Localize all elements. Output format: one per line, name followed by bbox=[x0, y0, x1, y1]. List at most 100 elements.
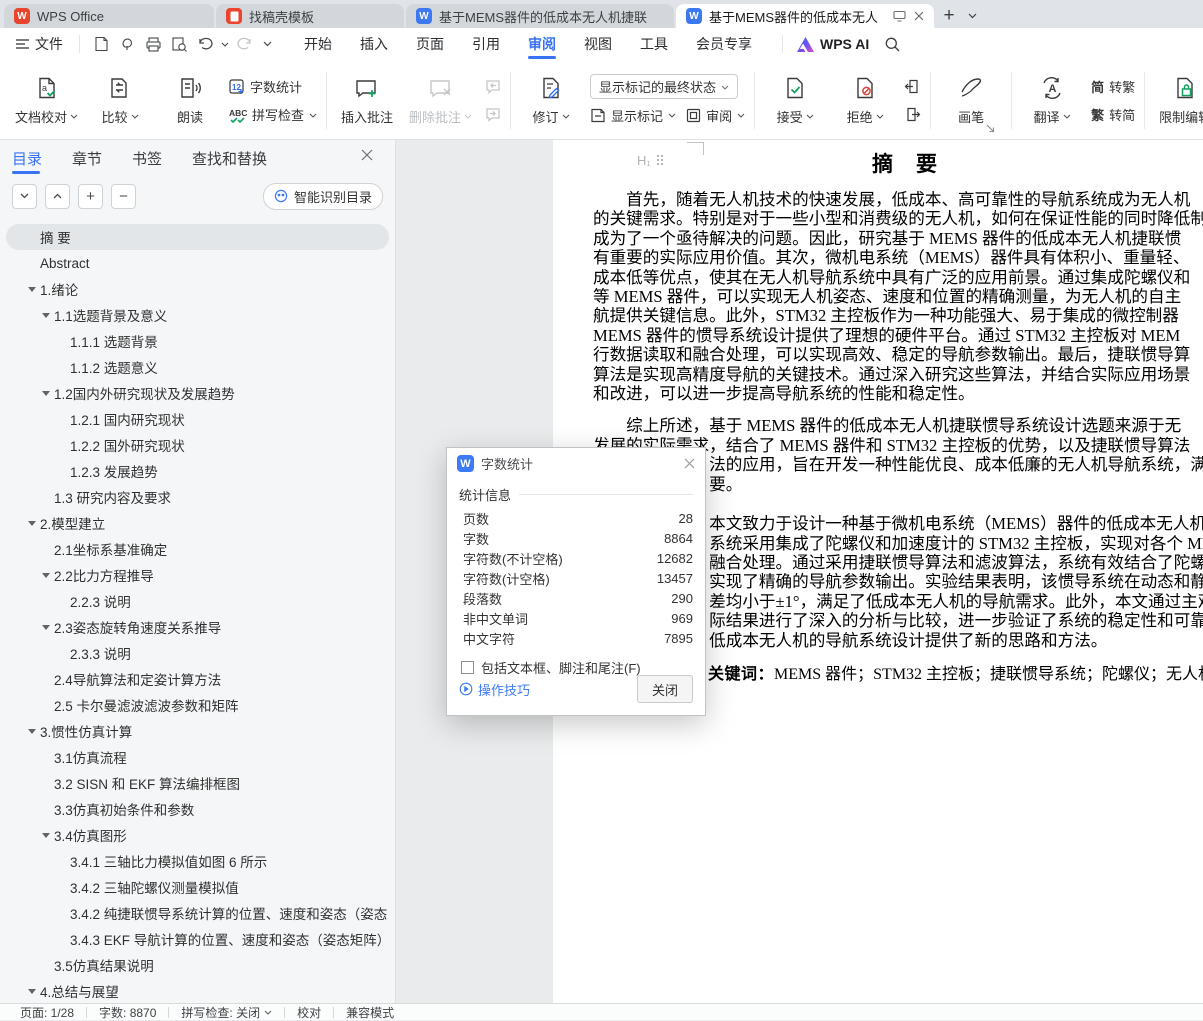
status-item[interactable]: 页面: 1/28 bbox=[8, 1004, 86, 1021]
show-markup-button[interactable]: 显示标记 bbox=[590, 103, 676, 127]
decrease-level-button[interactable]: − bbox=[111, 183, 136, 209]
previous-revision-button[interactable] bbox=[904, 75, 921, 99]
sidebar-tab-toc[interactable]: 目录 bbox=[12, 140, 42, 176]
outline-item[interactable]: 3.2 SISN 和 EKF 算法编排框图 bbox=[6, 770, 389, 796]
outline-item[interactable]: 1.2国内外研究现状及发展趋势 bbox=[6, 380, 389, 406]
outline-item[interactable]: 3.4.2 纯捷联惯导系统计算的位置、速度和姿态（姿态 ... bbox=[6, 900, 389, 926]
menu-item-视图[interactable]: 视图 bbox=[570, 28, 626, 60]
search-icon[interactable] bbox=[879, 32, 905, 56]
close-tab-icon[interactable] bbox=[914, 11, 924, 21]
collapse-caret-icon[interactable] bbox=[24, 287, 40, 292]
outline-item[interactable]: 3.3仿真初始条件和参数 bbox=[6, 796, 389, 822]
menu-item-页面[interactable]: 页面 bbox=[402, 28, 458, 60]
sidebar-close-icon[interactable] bbox=[361, 149, 373, 161]
markup-state-select[interactable]: 显示标记的最终状态 bbox=[590, 74, 739, 99]
tab-list-caret-icon[interactable] bbox=[962, 4, 982, 28]
outline-item[interactable]: 1.2.2 国外研究现状 bbox=[6, 432, 389, 458]
outline-item[interactable]: 1.1.2 选题意义 bbox=[6, 354, 389, 380]
save-button[interactable] bbox=[88, 32, 114, 56]
outline-item[interactable]: 2.1坐标系基准确定 bbox=[6, 536, 389, 562]
outline-item[interactable]: 2.2.3 说明 bbox=[6, 588, 389, 614]
collapse-caret-icon[interactable] bbox=[24, 989, 40, 994]
smart-toc-button[interactable]: 智能识别目录 bbox=[262, 182, 383, 210]
status-item[interactable]: 兼容模式 bbox=[334, 1004, 406, 1021]
outline-item[interactable]: 4.总结与展望 bbox=[6, 978, 389, 1003]
to-simplified-button[interactable]: 繁 转简 bbox=[1091, 103, 1135, 127]
collapse-caret-icon[interactable] bbox=[38, 573, 54, 578]
accept-revision-button[interactable]: 接受 bbox=[760, 64, 830, 137]
group-expand-icon[interactable] bbox=[986, 124, 995, 133]
quickbar-caret-icon[interactable] bbox=[258, 32, 276, 56]
sidebar-tab-chapters[interactable]: 章节 bbox=[72, 140, 102, 176]
expand-all-button[interactable] bbox=[12, 183, 37, 209]
outline-item[interactable]: 3.5仿真结果说明 bbox=[6, 952, 389, 978]
menu-item-会员专享[interactable]: 会员专享 bbox=[682, 28, 766, 60]
menu-item-审阅[interactable]: 审阅 bbox=[514, 28, 570, 60]
outline-item[interactable]: 1.1选题背景及意义 bbox=[6, 302, 389, 328]
checkbox-unchecked[interactable] bbox=[461, 661, 474, 674]
collapse-caret-icon[interactable] bbox=[38, 625, 54, 630]
outline-item[interactable]: Abstract bbox=[6, 250, 389, 276]
ink-brush-button[interactable]: 画笔 bbox=[936, 64, 1006, 137]
compare-button[interactable]: 比较 bbox=[85, 64, 155, 137]
outline-item[interactable]: 2.2比力方程推导 bbox=[6, 562, 389, 588]
print-button[interactable] bbox=[140, 32, 166, 56]
undo-caret-icon[interactable] bbox=[218, 32, 232, 56]
status-item[interactable]: 字数: 8870 bbox=[87, 1004, 168, 1021]
status-item[interactable]: 拼写检查: 关闭 bbox=[169, 1004, 284, 1021]
tab-wps-office[interactable]: W WPS Office bbox=[4, 4, 214, 28]
menu-item-工具[interactable]: 工具 bbox=[626, 28, 682, 60]
collapse-caret-icon[interactable] bbox=[38, 833, 54, 838]
wps-ai-button[interactable]: WPS AI bbox=[797, 36, 869, 52]
outline-item[interactable]: 3.4.3 EKF 导航计算的位置、速度和姿态（姿态矩阵） bbox=[6, 926, 389, 952]
print-preview-button[interactable] bbox=[166, 32, 192, 56]
collapse-caret-icon[interactable] bbox=[38, 391, 54, 396]
outline-item[interactable]: 2.3姿态旋转角速度关系推导 bbox=[6, 614, 389, 640]
menu-item-开始[interactable]: 开始 bbox=[290, 28, 346, 60]
track-changes-button[interactable]: 修订 bbox=[516, 64, 586, 137]
outline-item[interactable]: 3.4仿真图形 bbox=[6, 822, 389, 848]
share-screen-icon[interactable] bbox=[893, 10, 906, 22]
restrict-editing-button[interactable]: 限制编辑 bbox=[1150, 64, 1203, 137]
outline-item[interactable]: 1.2.3 发展趋势 bbox=[6, 458, 389, 484]
sidebar-tab-bookmarks[interactable]: 书签 bbox=[132, 140, 162, 176]
outline-item[interactable]: 3.4.2 三轴陀螺仪测量模拟值 bbox=[6, 874, 389, 900]
sidebar-tab-find-replace[interactable]: 查找和替换 bbox=[192, 140, 267, 176]
doc-proofread-button[interactable]: a 文档校对 bbox=[8, 64, 85, 137]
increase-level-button[interactable]: + bbox=[78, 183, 103, 209]
outline-item[interactable]: 1.2.1 国内研究现状 bbox=[6, 406, 389, 432]
review-pane-button[interactable]: 审阅 bbox=[686, 103, 745, 127]
read-aloud-button[interactable]: 朗读 bbox=[155, 64, 225, 137]
word-count-button[interactable]: 12 字数统计 bbox=[229, 75, 317, 99]
to-traditional-button[interactable]: 简 转繁 bbox=[1091, 75, 1135, 99]
menu-item-引用[interactable]: 引用 bbox=[458, 28, 514, 60]
tab-template-store[interactable]: 找稿壳模板 bbox=[216, 4, 404, 28]
insert-comment-button[interactable]: 插入批注 bbox=[332, 64, 402, 137]
export-button[interactable] bbox=[114, 32, 140, 56]
file-menu[interactable]: 文件 bbox=[8, 34, 71, 54]
outline-item[interactable]: 2.模型建立 bbox=[6, 510, 389, 536]
collapse-caret-icon[interactable] bbox=[38, 313, 54, 318]
outline-item[interactable]: 2.3.3 说明 bbox=[6, 640, 389, 666]
outline-item[interactable]: 3.1仿真流程 bbox=[6, 744, 389, 770]
next-revision-button[interactable] bbox=[904, 103, 921, 127]
menu-item-插入[interactable]: 插入 bbox=[346, 28, 402, 60]
outline-item[interactable]: 1.绪论 bbox=[6, 276, 389, 302]
status-item[interactable]: 校对 bbox=[285, 1004, 333, 1021]
new-tab-button[interactable]: + bbox=[936, 4, 962, 28]
undo-button[interactable] bbox=[192, 32, 218, 56]
outline-item[interactable]: 2.4导航算法和定姿计算方法 bbox=[6, 666, 389, 692]
collapse-all-button[interactable] bbox=[45, 183, 70, 209]
outline-item[interactable]: 3.4.1 三轴比力模拟值如图 6 所示 bbox=[6, 848, 389, 874]
tab-document-1[interactable]: W 基于MEMS器件的低成本无人机捷联 bbox=[406, 4, 674, 28]
tips-link[interactable]: 操作技巧 bbox=[459, 680, 530, 699]
close-button[interactable]: 关闭 bbox=[637, 675, 693, 703]
outline-item[interactable]: 2.5 卡尔曼滤波滤波参数和矩阵 bbox=[6, 692, 389, 718]
collapse-caret-icon[interactable] bbox=[24, 729, 40, 734]
tab-document-2-active[interactable]: W 基于MEMS器件的低成本无人 bbox=[676, 4, 934, 28]
dialog-close-icon[interactable] bbox=[684, 458, 695, 469]
spell-check-button[interactable]: ABC 拼写检查 bbox=[229, 103, 317, 127]
outline-item[interactable]: 3.惯性仿真计算 bbox=[6, 718, 389, 744]
outline-item[interactable]: 摘 要 bbox=[6, 224, 389, 250]
translate-button[interactable]: A 翻译 bbox=[1017, 64, 1087, 137]
